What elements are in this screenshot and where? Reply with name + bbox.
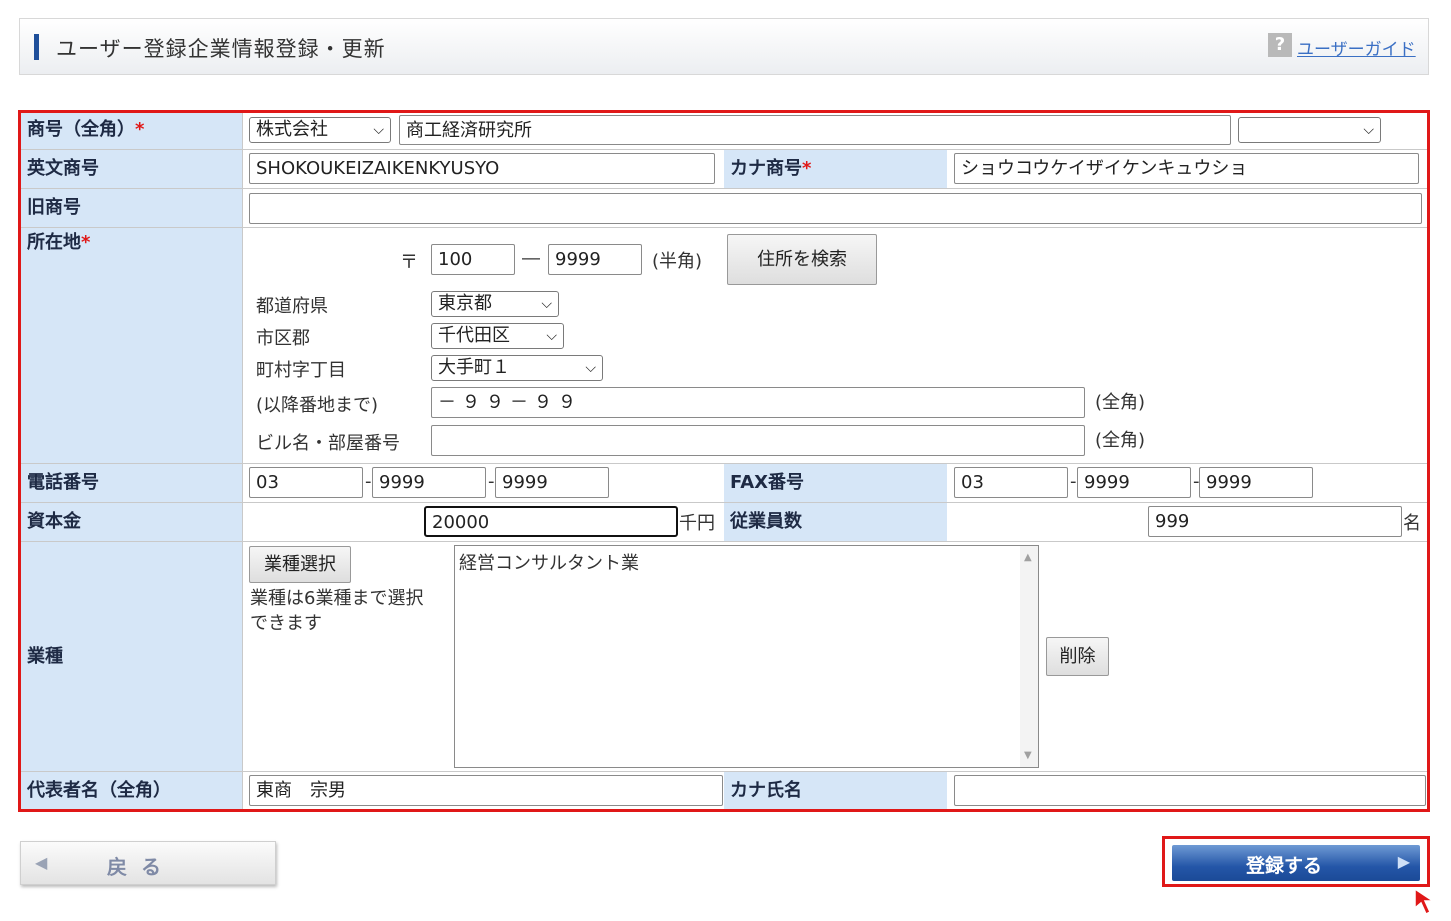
required-mark: * [135,119,145,140]
chevron-down-icon: ⌵ [585,360,596,376]
required-mark: * [802,158,812,179]
row-divider [21,541,1427,542]
building-label: ビル名・部屋番号 [256,433,400,454]
register-highlight: 登録する ▶ [1162,836,1430,887]
employees-input[interactable]: 999 [1148,506,1402,537]
arrow-right-icon: ▶ [1397,852,1410,871]
old-name-input[interactable] [249,193,1422,224]
column-divider [242,113,243,809]
address-label: 所在地* [21,228,242,463]
title-accent-bar [34,34,39,60]
city-label: 市区郡 [256,328,310,349]
chevron-down-icon: ⌵ [541,296,552,312]
street-label: (以降番地まで) [256,395,379,416]
representative-label: 代表者名（全角） [21,772,242,809]
capital-input[interactable]: 20000 [424,506,678,537]
capital-label: 資本金 [21,503,242,541]
required-mark: * [81,232,91,253]
trade-name-suffix-select[interactable]: ⌵ [1238,117,1381,143]
scroll-down-icon[interactable]: ▼ [1024,750,1032,761]
kana-name-label: カナ商号* [724,150,947,188]
chevron-down-icon: ⌵ [546,328,557,344]
kana-name-input[interactable]: ショウコウケイザイケンキュウショ [954,153,1419,184]
help-icon[interactable]: ? [1268,33,1292,57]
fax-label: FAX番号 [724,464,947,502]
page-header: ユーザー登録企業情報登録・更新 ? ユーザーガイド [19,18,1429,75]
trade-name-prefix-select[interactable]: 株式会社 ⌵ [249,117,391,143]
old-name-label: 旧商号 [21,189,242,227]
row-divider [21,771,1427,772]
postal-note: (半角) [652,251,703,272]
trade-name-label: 商号（全角）* [21,113,242,149]
industry-select-button[interactable]: 業種選択 [249,546,351,583]
back-button[interactable]: ◀ 戻る [20,841,276,885]
prefecture-select[interactable]: 東京都 ⌵ [431,291,559,317]
trade-name-input[interactable]: 商工経済研究所 [399,115,1231,145]
postal-mark: 〒 [400,252,418,273]
postal-code-2-input[interactable]: 9999 [548,244,642,275]
fax-2-input[interactable]: 9999 [1077,467,1191,498]
chevron-down-icon: ⌵ [1363,122,1374,138]
kana-rep-input[interactable] [954,775,1426,806]
address-search-button[interactable]: 住所を検索 [727,234,877,285]
row-divider [21,227,1427,228]
kana-rep-label: カナ氏名 [724,772,947,809]
phone-separator: - [488,471,495,492]
building-note: (全角) [1095,430,1146,451]
english-name-label: 英文商号 [21,150,242,188]
building-input[interactable] [431,425,1085,456]
prefecture-label: 都道府県 [256,296,328,317]
industry-note: 業種は6業種まで選択できます [250,588,424,634]
user-guide-link[interactable]: ユーザーガイド [1297,35,1416,60]
capital-unit: 千円 [679,513,715,534]
employees-unit: 名 [1403,513,1421,534]
row-divider [21,188,1427,189]
postal-code-1-input[interactable]: 100 [431,244,515,275]
phone-separator: - [365,471,372,492]
industry-list-item[interactable]: 経営コンサルタント業 [459,549,639,575]
street-note: (全角) [1095,392,1146,413]
fax-1-input[interactable]: 03 [954,467,1068,498]
street-input[interactable]: －９９－９９ [431,387,1085,418]
phone-3-input[interactable]: 9999 [495,467,609,498]
phone-2-input[interactable]: 9999 [372,467,486,498]
postal-dash: ― [522,248,540,269]
arrow-left-icon: ◀ [35,853,48,872]
scroll-up-icon[interactable]: ▲ [1024,552,1032,563]
industry-label: 業種 [21,542,242,771]
fax-separator: - [1070,471,1077,492]
english-name-input[interactable]: SHOKOUKEIZAIKENKYUSYO [249,153,715,184]
industry-delete-button[interactable]: 削除 [1046,637,1109,676]
city-select[interactable]: 千代田区 ⌵ [431,323,564,349]
phone-1-input[interactable]: 03 [249,467,363,498]
listbox-scrollbar[interactable]: ▲ ▼ [1020,546,1038,767]
row-divider [21,149,1427,150]
representative-input[interactable]: 東商 宗男 [249,775,723,806]
back-button-label: 戻る [107,855,175,879]
row-divider [21,502,1427,503]
town-select[interactable]: 大手町１ ⌵ [431,355,603,381]
page-title: ユーザー登録企業情報登録・更新 [56,37,386,61]
register-button[interactable]: 登録する ▶ [1172,845,1420,881]
mouse-pointer-icon [1414,887,1436,916]
fax-3-input[interactable]: 9999 [1199,467,1313,498]
industry-listbox[interactable]: 経営コンサルタント業 ▲ ▼ [454,545,1039,768]
town-label: 町村字丁目 [256,360,346,381]
row-divider [21,463,1427,464]
chevron-down-icon: ⌵ [373,122,384,138]
register-button-label: 登録する [1246,855,1323,877]
phone-label: 電話番号 [21,464,242,502]
employees-label: 従業員数 [724,503,947,541]
